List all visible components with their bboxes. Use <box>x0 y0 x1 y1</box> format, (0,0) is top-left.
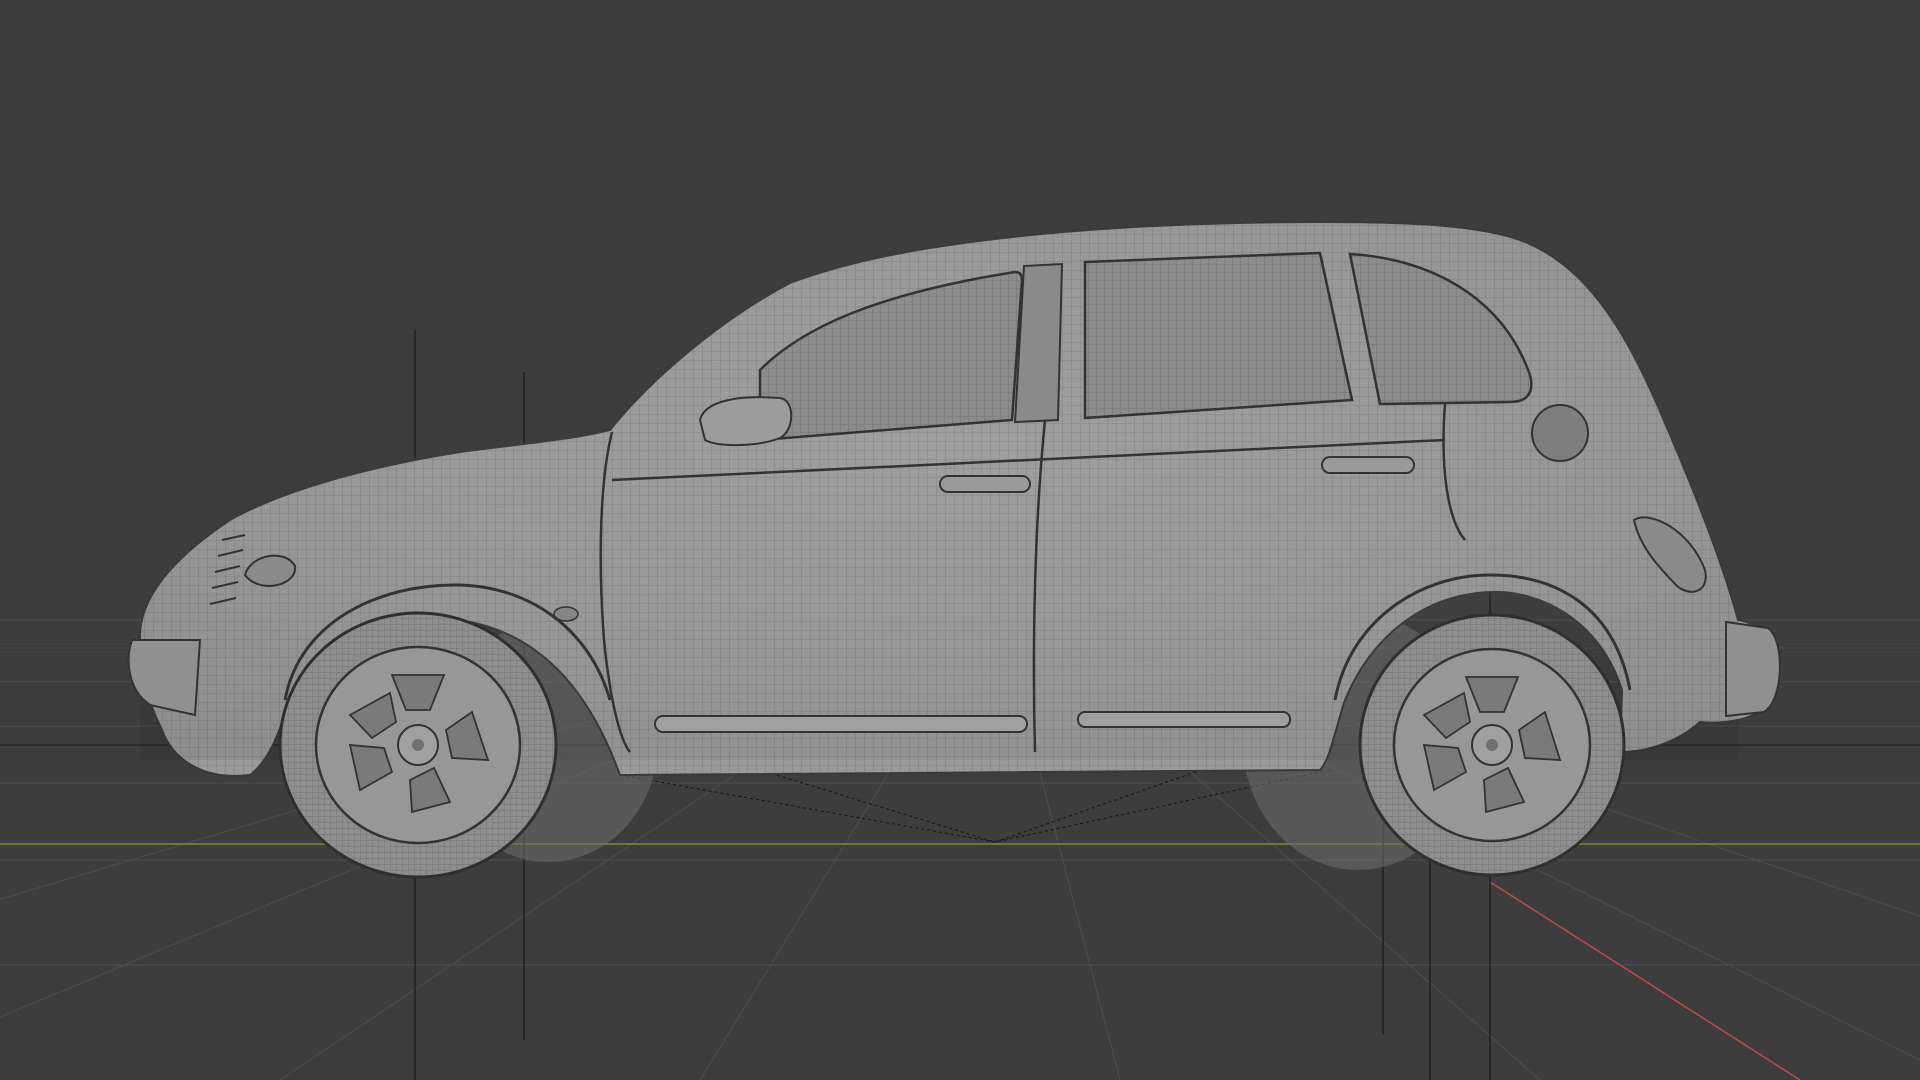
front-door-handle <box>939 475 1031 493</box>
rear-wheel[interactable] <box>1358 613 1626 877</box>
rear-side-trim <box>1077 711 1291 728</box>
rear-door-handle <box>1321 456 1415 474</box>
x-axis-line <box>1489 881 1801 1080</box>
front-side-trim <box>654 715 1028 733</box>
front-wheel[interactable] <box>278 611 558 879</box>
side-mirror <box>698 396 793 447</box>
front-bumper <box>127 639 202 717</box>
3d-viewport[interactable] <box>0 0 1920 1080</box>
rear-bumper <box>1725 620 1781 718</box>
viewport-scene[interactable] <box>0 0 1920 1080</box>
fuel-cap <box>1531 404 1589 462</box>
rear-door-window <box>1083 251 1354 420</box>
